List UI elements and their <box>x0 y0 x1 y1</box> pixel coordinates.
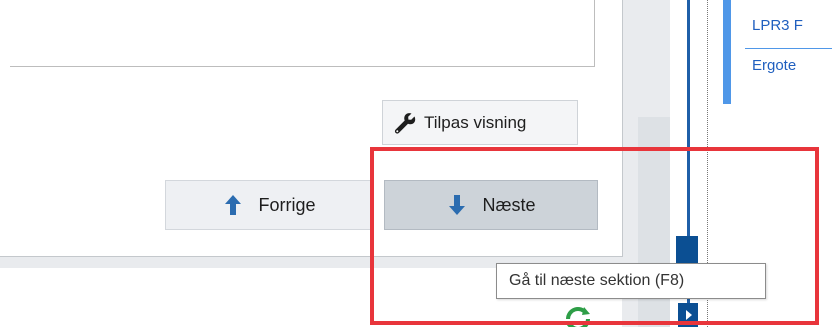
next-label: Næste <box>482 194 536 215</box>
arrow-down-icon <box>446 193 468 217</box>
side-item-ergote[interactable]: Ergote <box>752 57 796 74</box>
info-card-accent <box>723 0 731 104</box>
previous-label: Forrige <box>258 194 316 215</box>
tooltip-text: Gå til næste sektion (F8) <box>509 272 685 289</box>
next-section-button[interactable]: Næste <box>384 180 598 230</box>
side-info-card <box>723 0 832 104</box>
refresh-icon[interactable] <box>560 301 596 327</box>
customize-view-button[interactable]: Tilpas visning <box>382 100 578 145</box>
info-divider <box>745 48 832 49</box>
previous-section-button[interactable]: Forrige <box>165 180 373 230</box>
customize-view-label: Tilpas visning <box>424 112 527 132</box>
next-section-tooltip: Gå til næste sektion (F8) <box>496 263 766 299</box>
play-icon[interactable] <box>678 303 698 327</box>
side-item-lpr3[interactable]: LPR3 F <box>752 17 803 34</box>
content-box <box>10 0 595 67</box>
wrench-icon <box>392 111 418 135</box>
arrow-up-icon <box>222 193 244 217</box>
